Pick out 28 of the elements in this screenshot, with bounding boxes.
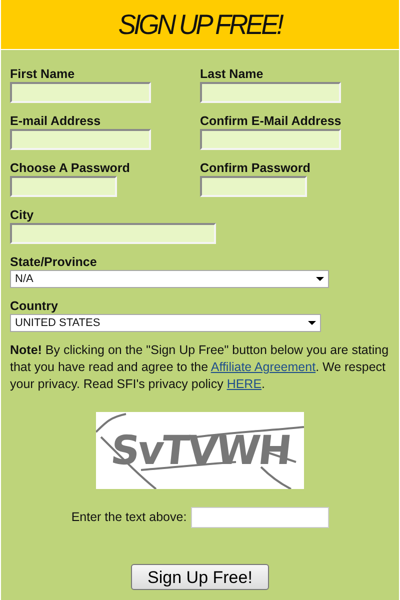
notice-text: Note! By clicking on the "Sign Up Free" button below you are stating that you have read and agree to the Affiliate Agreement. We respect your privacy. Read SFI's privacy policy HERE.: [10, 342, 390, 393]
sign-up-button[interactable]: Sign Up Free!: [131, 564, 269, 590]
input-field[interactable]: [10, 176, 117, 197]
captcha-image: SvTVWH: [96, 412, 304, 489]
input-field[interactable]: [200, 176, 307, 197]
field-label: Last Name: [200, 66, 264, 82]
input-field[interactable]: [10, 129, 151, 150]
captcha-label: Enter the text above:: [71, 509, 187, 526]
privacy-link[interactable]: HERE: [226, 377, 262, 391]
field-label: Country: [10, 298, 59, 314]
dropdown[interactable]: UNITED STATES: [10, 314, 321, 332]
input-field[interactable]: [10, 223, 216, 244]
input-field[interactable]: [200, 82, 341, 103]
agreement-link[interactable]: Affiliate Agreement: [210, 360, 316, 374]
caret-icon: [308, 321, 316, 325]
dropdown[interactable]: N/A: [10, 270, 329, 288]
input-field[interactable]: [200, 129, 341, 150]
caret-icon: [316, 277, 324, 281]
captcha-input[interactable]: [190, 507, 329, 528]
input-field[interactable]: [10, 82, 151, 103]
field-label: State/Province: [10, 254, 98, 270]
field-label: City: [10, 207, 35, 223]
field-label: First Name: [10, 66, 76, 82]
field-label: Confirm Password: [200, 160, 312, 176]
field-label: Choose A Password: [10, 160, 131, 176]
field-label: E-mail Address: [10, 113, 102, 129]
field-label: Confirm E-Mail Address: [200, 113, 342, 129]
form-title: SIGN UP FREE!: [118, 8, 282, 42]
